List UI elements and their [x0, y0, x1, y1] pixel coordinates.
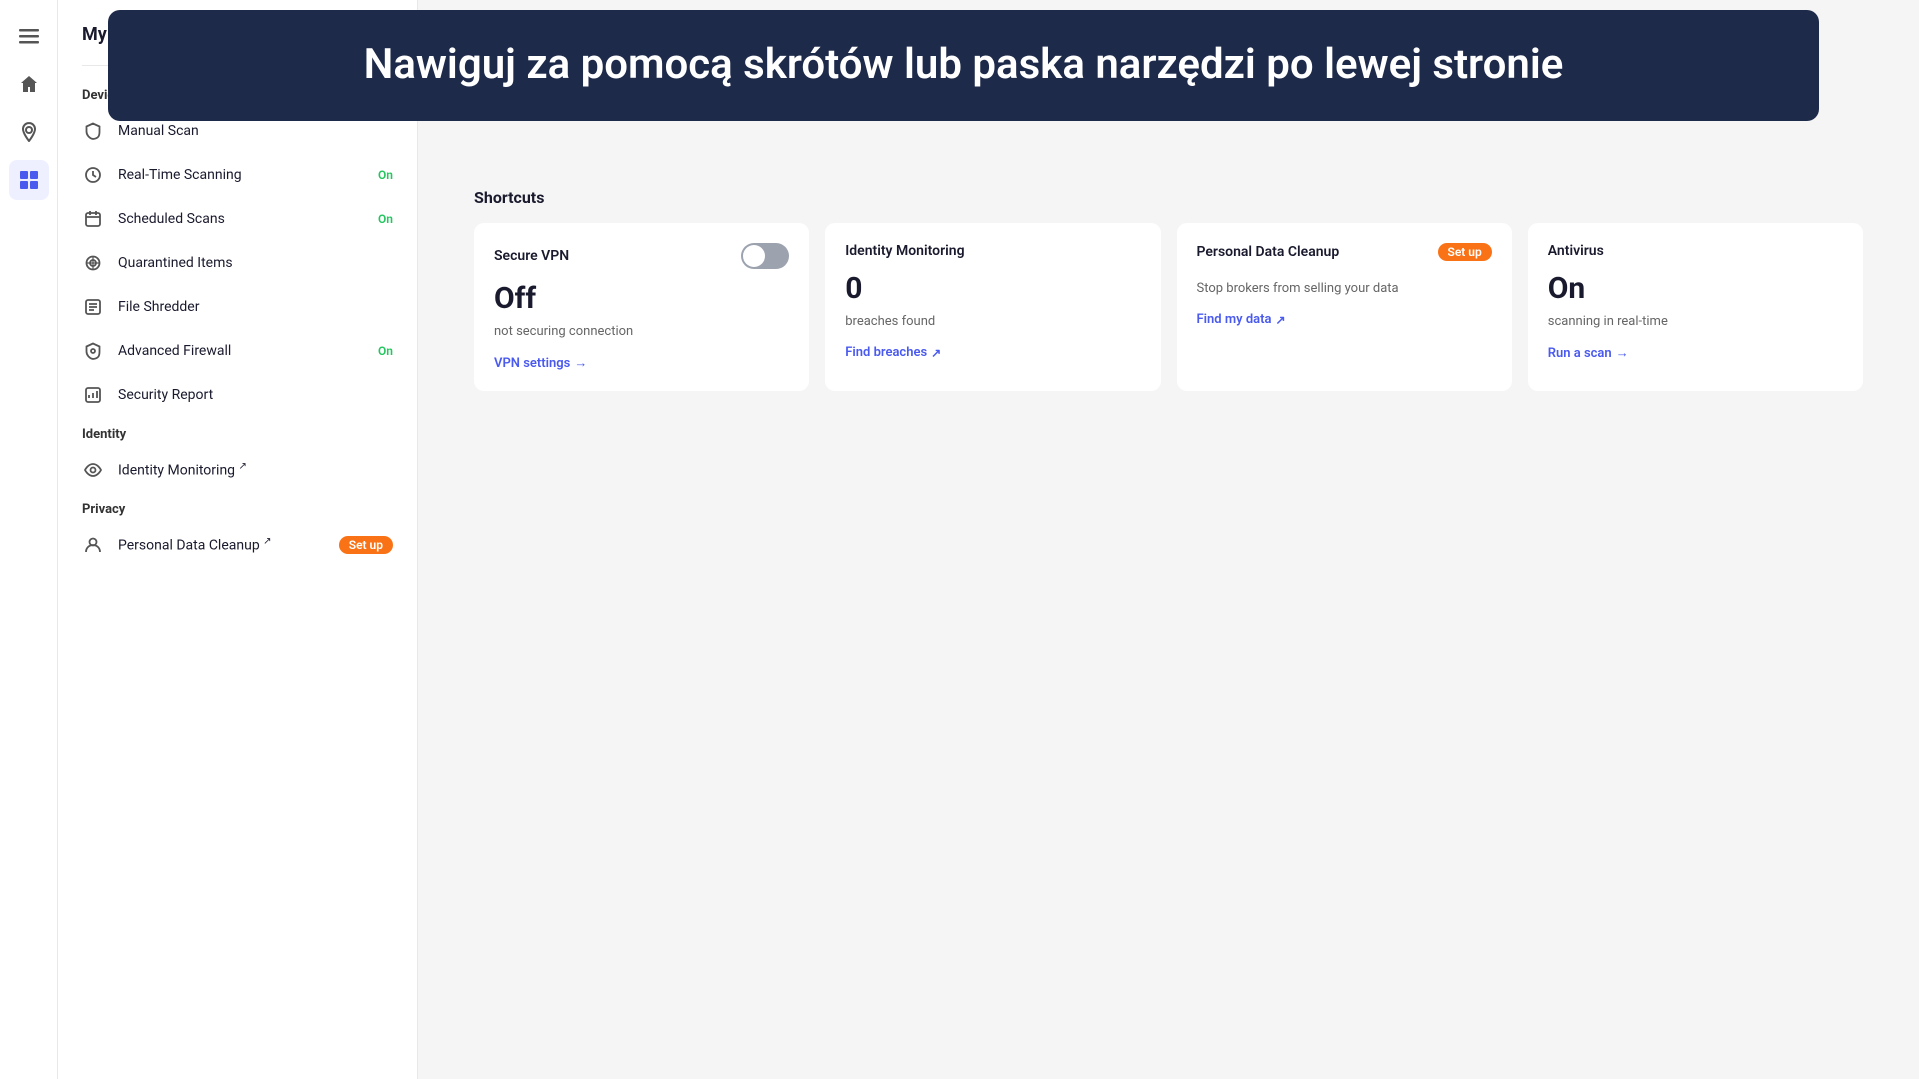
identity-monitoring-card: Identity Monitoring 0 breaches found Fin… [825, 223, 1160, 391]
scissors-icon [82, 296, 104, 318]
sidebar-item-personal-data-cleanup[interactable]: Personal Data Cleanup ↗ Set up [58, 523, 417, 567]
calendar-icon [82, 208, 104, 230]
main-content: Shortcuts Secure VPN Off not securing co… [418, 0, 1919, 1079]
secure-vpn-desc: not securing connection [494, 324, 789, 339]
manual-scan-label: Manual Scan [118, 123, 393, 139]
tooltip-text: Nawiguj za pomocą skrótów lub paska narz… [148, 38, 1779, 93]
identity-section-label: Identity [58, 417, 417, 448]
secure-vpn-title: Secure VPN [494, 248, 569, 264]
scheduled-scans-badge: On [378, 212, 393, 226]
run-a-scan-link[interactable]: Run a scan → [1548, 345, 1843, 361]
shortcuts-container: Shortcuts Secure VPN Off not securing co… [450, 164, 1887, 415]
identity-monitoring-desc: breaches found [845, 314, 1140, 329]
sidebar: My Protection Device Manual Scan Real-Ti… [58, 0, 418, 1079]
user-icon [82, 534, 104, 556]
personal-data-cleanup-label: Personal Data Cleanup ↗ [118, 536, 325, 554]
real-time-scanning-label: Real-Time Scanning [118, 167, 364, 183]
secure-vpn-card: Secure VPN Off not securing connection V… [474, 223, 809, 391]
shortcuts-title: Shortcuts [474, 188, 1863, 207]
icon-rail [0, 0, 58, 1079]
antivirus-desc: scanning in real-time [1548, 314, 1843, 329]
chart-icon [82, 384, 104, 406]
personal-data-cleanup-card: Personal Data Cleanup Set up Stop broker… [1177, 223, 1512, 391]
secure-vpn-value: Off [494, 281, 789, 316]
personal-data-cleanup-setup-badge: Set up [1438, 243, 1492, 261]
sidebar-item-identity-monitoring[interactable]: Identity Monitoring ↗ [58, 448, 417, 492]
personal-data-cleanup-desc: Stop brokers from selling your data [1197, 281, 1492, 296]
sidebar-item-quarantined-items[interactable]: Quarantined Items [58, 241, 417, 285]
rail-home[interactable] [9, 64, 49, 104]
shield-icon [82, 120, 104, 142]
rail-menu[interactable] [9, 16, 49, 56]
box-icon [82, 252, 104, 274]
identity-monitoring-header: Identity Monitoring [845, 243, 1140, 259]
personal-data-cleanup-header: Personal Data Cleanup Set up [1197, 243, 1492, 261]
antivirus-header: Antivirus [1548, 243, 1843, 259]
personal-data-cleanup-title: Personal Data Cleanup [1197, 244, 1340, 260]
identity-monitoring-value: 0 [845, 271, 1140, 306]
fire-icon [82, 340, 104, 362]
scheduled-scans-label: Scheduled Scans [118, 211, 364, 227]
sidebar-item-advanced-firewall[interactable]: Advanced Firewall On [58, 329, 417, 373]
clock-icon [82, 164, 104, 186]
sidebar-item-real-time-scanning[interactable]: Real-Time Scanning On [58, 153, 417, 197]
app-container: My Protection Device Manual Scan Real-Ti… [0, 0, 1919, 1079]
eye-icon [82, 459, 104, 481]
real-time-scanning-badge: On [378, 168, 393, 182]
find-breaches-link[interactable]: Find breaches ↗ [845, 345, 1140, 360]
file-shredder-label: File Shredder [118, 299, 393, 315]
personal-data-cleanup-badge: Set up [339, 536, 393, 554]
identity-monitoring-title: Identity Monitoring [845, 243, 964, 259]
privacy-section-label: Privacy [58, 492, 417, 523]
tooltip-overlay: Nawiguj za pomocą skrótów lub paska narz… [108, 10, 1819, 121]
advanced-firewall-badge: On [378, 344, 393, 358]
rail-location[interactable] [9, 112, 49, 152]
sidebar-item-scheduled-scans[interactable]: Scheduled Scans On [58, 197, 417, 241]
antivirus-title: Antivirus [1548, 243, 1604, 259]
identity-monitoring-label: Identity Monitoring ↗ [118, 461, 393, 479]
sidebar-item-security-report[interactable]: Security Report [58, 373, 417, 417]
secure-vpn-toggle[interactable] [741, 243, 789, 269]
shortcuts-grid: Secure VPN Off not securing connection V… [474, 223, 1863, 391]
vpn-settings-link[interactable]: VPN settings → [494, 355, 789, 371]
secure-vpn-header: Secure VPN [494, 243, 789, 269]
rail-grid[interactable] [9, 160, 49, 200]
quarantined-items-label: Quarantined Items [118, 255, 393, 271]
antivirus-card: Antivirus On scanning in real-time Run a… [1528, 223, 1863, 391]
find-my-data-link[interactable]: Find my data ↗ [1197, 312, 1492, 327]
antivirus-value: On [1548, 271, 1843, 306]
advanced-firewall-label: Advanced Firewall [118, 343, 364, 359]
security-report-label: Security Report [118, 387, 393, 403]
sidebar-item-file-shredder[interactable]: File Shredder [58, 285, 417, 329]
